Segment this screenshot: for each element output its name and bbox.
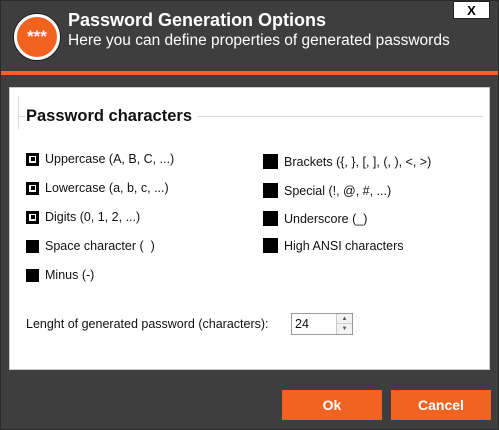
underscore-label: Underscore (_): [284, 211, 368, 226]
option-space[interactable]: Space character ( ): [26, 239, 155, 253]
underscore-checkbox[interactable]: [263, 211, 278, 226]
dialog-subtitle: Here you can define properties of genera…: [68, 32, 450, 49]
uppercase-checkbox[interactable]: [26, 152, 39, 166]
dialog-header: *** Password Generation Options Here you…: [1, 1, 498, 73]
cancel-button[interactable]: Cancel: [391, 390, 491, 420]
high-ansi-checkbox[interactable]: [263, 238, 278, 253]
lowercase-checkbox[interactable]: [26, 181, 39, 195]
digits-checkbox[interactable]: [26, 210, 39, 224]
lowercase-label: Lowercase (a, b, c, ...): [45, 181, 169, 195]
password-length-label: Lenght of generated password (characters…: [26, 317, 269, 331]
decrement-button[interactable]: ▼: [337, 324, 352, 334]
option-high-ansi[interactable]: High ANSI characters: [263, 238, 404, 253]
space-checkbox[interactable]: [26, 239, 39, 253]
dialog-title: Password Generation Options: [68, 10, 327, 30]
special-checkbox[interactable]: [263, 183, 278, 198]
arrow-down-icon: ▼: [341, 326, 348, 332]
space-label: Space character ( ): [45, 239, 155, 253]
dialog-window: *** Password Generation Options Here you…: [0, 0, 499, 430]
option-underscore[interactable]: Underscore (_): [263, 211, 367, 226]
password-length-stepper[interactable]: ▲ ▼: [291, 313, 353, 335]
special-label: Special (!, @, #, ...): [284, 183, 392, 198]
close-icon: X: [467, 2, 476, 18]
brackets-checkbox[interactable]: [263, 154, 278, 169]
option-uppercase[interactable]: Uppercase (A, B, C, ...): [26, 152, 174, 166]
arrow-up-icon: ▲: [341, 315, 348, 322]
minus-checkbox[interactable]: [26, 268, 39, 282]
increment-button[interactable]: ▲: [337, 314, 352, 324]
high-ansi-label: High ANSI characters: [284, 238, 404, 253]
section-title: Password characters: [26, 107, 199, 126]
section-divider-vertical: [18, 96, 19, 129]
option-lowercase[interactable]: Lowercase (a, b, c, ...): [26, 181, 169, 195]
digits-label: Digits (0, 1, 2, ...): [45, 210, 141, 224]
header-accent-bar: [1, 71, 498, 75]
minus-label: Minus (-): [45, 268, 95, 282]
password-length-input[interactable]: [292, 314, 336, 334]
options-panel: Password characters Uppercase (A, B, C, …: [9, 87, 490, 370]
password-asterisk-icon: ***: [14, 14, 60, 60]
option-special[interactable]: Special (!, @, #, ...): [263, 183, 391, 198]
stepper-buttons: ▲ ▼: [336, 314, 352, 334]
uppercase-label: Uppercase (A, B, C, ...): [45, 152, 175, 166]
option-minus[interactable]: Minus (-): [26, 268, 94, 282]
option-digits[interactable]: Digits (0, 1, 2, ...): [26, 210, 140, 224]
ok-button[interactable]: Ok: [282, 390, 382, 420]
brackets-label: Brackets ({, }, [, ], (, ), <, >): [284, 154, 432, 169]
close-button[interactable]: X: [453, 1, 490, 19]
option-brackets[interactable]: Brackets ({, }, [, ], (, ), <, >): [263, 154, 431, 169]
